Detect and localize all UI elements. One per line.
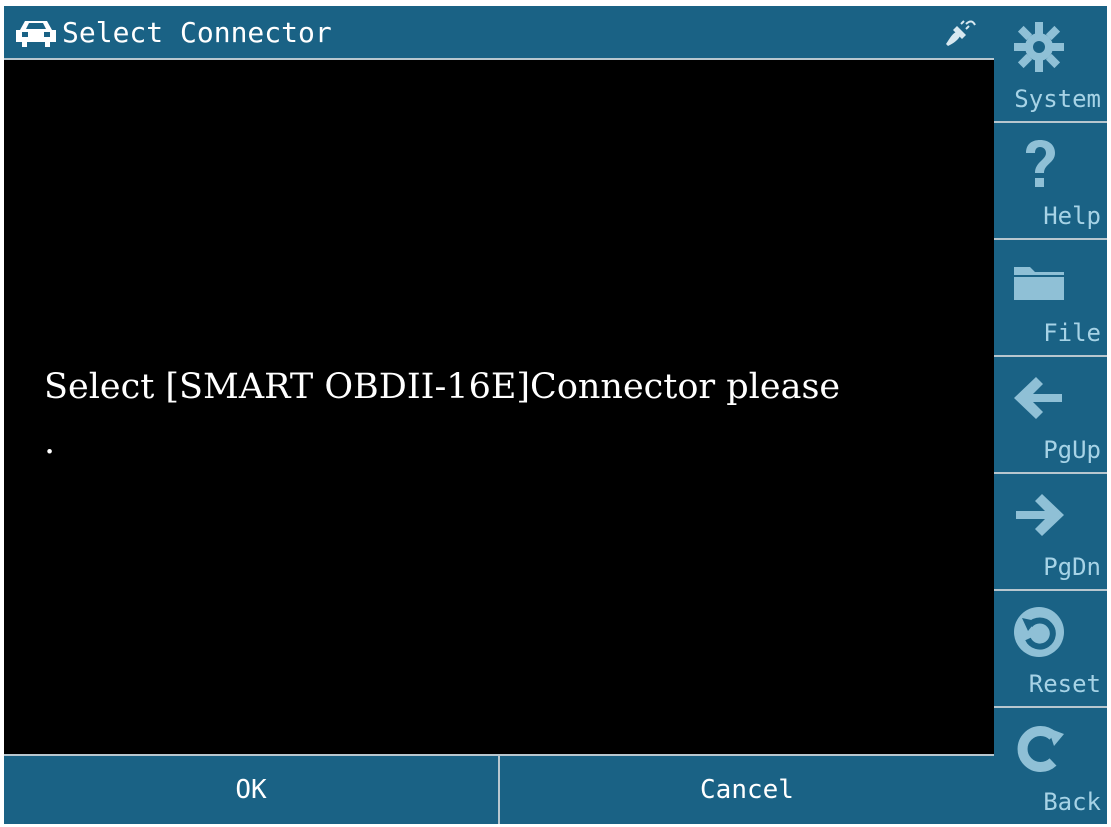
pgup-label: PgUp [1043, 436, 1101, 464]
cancel-button[interactable]: Cancel [498, 756, 994, 824]
bottom-action-bar: OK Cancel [4, 754, 994, 824]
connector-message: Select [SMART OBDII-16E]Connector please… [44, 367, 841, 462]
help-label: Help [1043, 202, 1101, 230]
arrow-right-icon [1016, 494, 1064, 536]
reset-icon [1014, 607, 1064, 657]
function-sidebar: System Help File PgUp PgDn Reset Back [994, 6, 1107, 824]
title-bar: Select Connector [4, 6, 994, 60]
back-icon [1017, 726, 1064, 772]
back-button[interactable]: Back [994, 708, 1107, 824]
car-icon [16, 21, 56, 47]
system-label: System [1014, 85, 1101, 113]
reset-button[interactable]: Reset [994, 591, 1107, 708]
pgdn-label: PgDn [1043, 553, 1101, 581]
page-down-button[interactable]: PgDn [994, 474, 1107, 591]
question-mark-icon [1026, 140, 1055, 187]
page-title: Select Connector [62, 16, 332, 49]
reset-label: Reset [1028, 670, 1101, 698]
back-label: Back [1043, 788, 1101, 816]
arrow-left-icon [1014, 377, 1062, 419]
system-button[interactable]: System [994, 6, 1107, 123]
folder-icon [1014, 267, 1064, 300]
plug-icon [946, 20, 976, 46]
ok-button[interactable]: OK [4, 756, 498, 824]
gear-icon [1014, 22, 1064, 72]
message-area: Select [SMART OBDII-16E]Connector please… [4, 60, 994, 754]
file-label: File [1043, 319, 1101, 347]
file-button[interactable]: File [994, 240, 1107, 357]
page-up-button[interactable]: PgUp [994, 357, 1107, 474]
help-button[interactable]: Help [994, 123, 1107, 240]
